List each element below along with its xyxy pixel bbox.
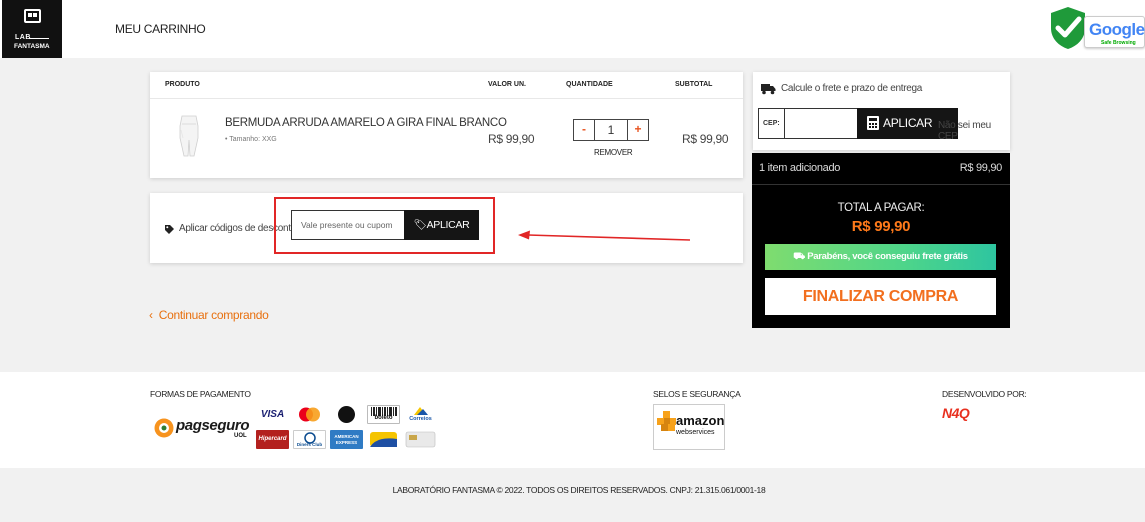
column-header-quantity: QUANTIDADE [566, 81, 613, 88]
order-summary: 1 item adicionado R$ 99,90 TOTAL A PAGAR… [752, 153, 1010, 328]
cep-label: CEP: [763, 120, 780, 127]
quantity-value[interactable]: 1 [594, 120, 628, 140]
column-header-product: PRODUTO [165, 81, 200, 88]
boleto-label: boleto [374, 415, 393, 421]
correios-label: Correios [409, 416, 432, 422]
tag-icon: 🏷︎ [413, 219, 427, 231]
apply-coupon-label: APLICAR [426, 219, 470, 231]
product-thumbnail[interactable] [172, 112, 206, 160]
remove-item-link[interactable]: REMOVER [594, 148, 633, 157]
boleto-card-icon: boleto [367, 405, 400, 424]
diners-card-icon: Diners Club [293, 430, 326, 449]
aws-sub-label: webservices [676, 429, 715, 436]
shield-check-icon [1051, 7, 1085, 49]
quantity-increase-button[interactable]: + [628, 120, 648, 140]
quantity-decrease-button[interactable]: - [574, 120, 594, 140]
mastercard-card-icon [293, 405, 326, 424]
card-placeholder-icon [404, 430, 437, 449]
site-header: LAB FANTASMA MEU CARRINHO Google Safe Br… [0, 0, 1145, 58]
copyright-text: LABORATÓRIO FANTASMA © 2022. TODOS OS DI… [392, 485, 766, 495]
calculator-icon [867, 116, 879, 130]
elo-card-icon [330, 405, 363, 424]
product-variant: • Tamanho: XXG [225, 136, 277, 143]
logo-divider [29, 38, 49, 39]
truck-icon: ⛟︎ [793, 251, 805, 262]
shipping-calculator: Calcule o frete e prazo de entrega CEP: … [753, 72, 1010, 150]
google-wordmark: Google [1089, 20, 1145, 40]
mastercard-circles [299, 407, 320, 422]
shipping-label: Calcule o frete e prazo de entrega [781, 83, 923, 94]
page-title: MEU CARRINHO [115, 22, 206, 36]
google-letters: Google [1089, 20, 1145, 39]
cep-input[interactable] [784, 109, 856, 138]
total-label: TOTAL A PAGAR: [837, 202, 925, 214]
developer-logo[interactable]: N4Q [942, 405, 970, 421]
site-footer: FORMAS DE PAGAMENTO pagseguro UOL VISA b… [0, 372, 1145, 468]
summary-divider [752, 184, 1010, 185]
checkout-button[interactable]: FINALIZAR COMPRA [765, 278, 996, 315]
chevron-left-icon: ‹ [149, 308, 153, 322]
column-header-unit-price: VALOR UN. [488, 81, 526, 88]
column-header-subtotal: SUBTOTAL [675, 81, 713, 88]
pointer-arrow [518, 230, 691, 241]
continue-shopping-label: Continuar comprando [158, 308, 269, 322]
quantity-stepper: - 1 + [573, 119, 649, 141]
coupon-input[interactable] [291, 210, 405, 240]
pagseguro-emblem-icon [154, 418, 174, 438]
pagseguro-uol: UOL [234, 433, 247, 439]
google-wordmark-box: Google Safe Browsing [1084, 16, 1145, 48]
lab-fantasma-logo[interactable]: LAB FANTASMA [2, 0, 62, 58]
aws-cubes-icon [657, 411, 676, 431]
tag-icon [165, 225, 174, 234]
safe-browsing-label: Safe Browsing [1101, 40, 1136, 46]
total-value: R$ 99,90 [851, 218, 911, 235]
payments-title: FORMAS DE PAGAMENTO [150, 389, 251, 399]
logo-mark-icon [24, 9, 41, 23]
apply-coupon-button[interactable]: 🏷︎APLICAR [404, 210, 479, 240]
aura-shape [370, 432, 397, 447]
aura-card-icon [367, 430, 400, 449]
elo-circle [338, 406, 355, 423]
amazon-wordmark: amazon [676, 413, 725, 428]
items-price: R$ 99,90 [959, 162, 1003, 174]
logo-text-line2: FANTASMA [14, 43, 50, 50]
continue-shopping-link[interactable]: ‹ Continuar comprando [149, 308, 269, 322]
product-subtotal: R$ 99,90 [682, 132, 729, 146]
free-shipping-banner: ⛟︎ Parabéns, você conseguiu frete grátis [765, 244, 996, 270]
truck-icon [761, 84, 776, 95]
product-unit-price: R$ 99,90 [488, 132, 535, 146]
table-divider [150, 98, 743, 99]
pagseguro-wordmark: pagseguro [176, 417, 250, 434]
unknown-cep-link[interactable]: Não sei meu CEP [938, 120, 1010, 142]
diners-mark-icon [304, 432, 316, 444]
items-added-count: 1 item adicionado [759, 162, 841, 174]
google-safe-browsing-badge[interactable]: Google Safe Browsing [1046, 6, 1145, 52]
generic-card-shape [405, 431, 436, 448]
hipercard-card-icon: Hipercard [256, 430, 289, 449]
amex-card-icon: AMERICAN EXPRESS [330, 430, 363, 449]
free-shipping-text: Parabéns, você conseguiu frete grátis [807, 251, 968, 262]
correios-card-icon: Correios [404, 405, 437, 424]
amazon-webservices-badge: amazon webservices [653, 404, 725, 450]
cart-products-table: PRODUTO VALOR UN. QUANTIDADE SUBTOTAL BE… [150, 72, 743, 178]
apply-cep-label: APLICAR [883, 116, 933, 130]
product-name[interactable]: BERMUDA ARRUDA AMARELO A GIRA FINAL BRAN… [225, 117, 507, 129]
visa-card-icon: VISA [256, 405, 289, 424]
developer-title: DESENVOLVIDO POR: [942, 389, 1027, 399]
cep-form: CEP: APLICAR [758, 108, 958, 139]
security-title: SELOS E SEGURANÇA [653, 389, 741, 399]
